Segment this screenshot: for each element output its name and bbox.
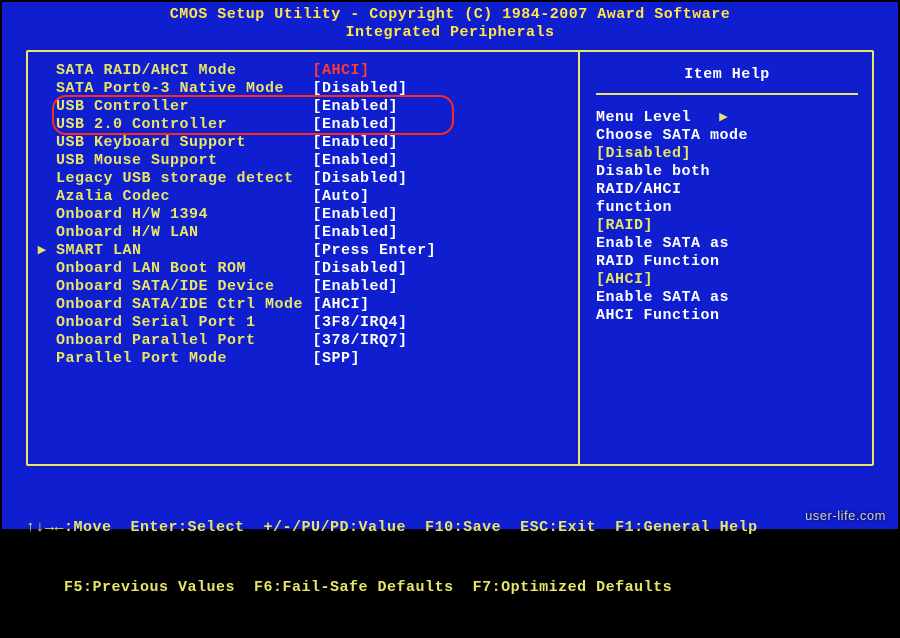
setting-label: Azalia Codec <box>56 188 313 205</box>
help-subtitle: Choose SATA mode <box>596 127 858 145</box>
setting-label: USB Keyboard Support <box>56 134 313 151</box>
setting-row-onboard-h-w-1394[interactable]: Onboard H/W 1394 [Enabled] <box>56 206 570 224</box>
help-section-line: RAID/AHCI <box>596 181 858 199</box>
help-section-heading: [AHCI] <box>596 271 858 289</box>
setting-label: USB Mouse Support <box>56 152 313 169</box>
bios-screen: CMOS Setup Utility - Copyright (C) 1984-… <box>0 0 900 531</box>
help-panel: Item Help Menu Level ▸Choose SATA mode[D… <box>578 52 872 464</box>
setting-row-onboard-serial-port-1[interactable]: Onboard Serial Port 1 [3F8/IRQ4] <box>56 314 570 332</box>
help-section-line: function <box>596 199 858 217</box>
footer-line1: ↑↓→←:Move Enter:Select +/-/PU/PD:Value F… <box>26 518 874 538</box>
setting-value: [Disabled] <box>313 260 408 277</box>
help-section-heading: [RAID] <box>596 217 858 235</box>
help-section-line: Enable SATA as <box>596 235 858 253</box>
setting-row-usb-mouse-support[interactable]: USB Mouse Support [Enabled] <box>56 152 570 170</box>
help-body: Menu Level ▸Choose SATA mode[Disabled]Di… <box>596 95 858 325</box>
setting-value: [Press Enter] <box>313 242 437 259</box>
help-section-line: Disable both <box>596 163 858 181</box>
setting-value: [Enabled] <box>313 278 399 295</box>
setting-label: SATA RAID/AHCI Mode <box>56 62 313 79</box>
setting-row-smart-lan[interactable]: ▸SMART LAN [Press Enter] <box>56 242 570 260</box>
bios-title: CMOS Setup Utility - Copyright (C) 1984-… <box>2 2 898 44</box>
setting-label: Parallel Port Mode <box>56 350 313 367</box>
help-section-line: RAID Function <box>596 253 858 271</box>
setting-value: [378/IRQ7] <box>313 332 408 349</box>
setting-value: [Auto] <box>313 188 370 205</box>
setting-label: Legacy USB storage detect <box>56 170 313 187</box>
setting-value: [Disabled] <box>313 170 408 187</box>
setting-row-azalia-codec[interactable]: Azalia Codec [Auto] <box>56 188 570 206</box>
setting-row-onboard-parallel-port[interactable]: Onboard Parallel Port [378/IRQ7] <box>56 332 570 350</box>
setting-row-parallel-port-mode[interactable]: Parallel Port Mode [SPP] <box>56 350 570 368</box>
setting-value: [Enabled] <box>313 224 399 241</box>
setting-label: Onboard Serial Port 1 <box>56 314 313 331</box>
setting-row-onboard-h-w-lan[interactable]: Onboard H/W LAN [Enabled] <box>56 224 570 242</box>
setting-label: SATA Port0-3 Native Mode <box>56 80 313 97</box>
setting-label: USB Controller <box>56 98 313 115</box>
submenu-arrow-icon: ▸ <box>38 242 46 260</box>
setting-value: [Enabled] <box>313 116 399 133</box>
setting-value: [AHCI] <box>313 296 370 313</box>
menu-level: Menu Level ▸ <box>596 109 858 127</box>
footer-line2: F5:Previous Values F6:Fail-Safe Defaults… <box>26 578 874 598</box>
help-section-line: AHCI Function <box>596 307 858 325</box>
bios-title-line1: CMOS Setup Utility - Copyright (C) 1984-… <box>2 6 898 24</box>
setting-value: [3F8/IRQ4] <box>313 314 408 331</box>
setting-row-usb-2-0-controller[interactable]: USB 2.0 Controller [Enabled] <box>56 116 570 134</box>
setting-value: [Enabled] <box>313 152 399 169</box>
setting-row-usb-keyboard-support[interactable]: USB Keyboard Support [Enabled] <box>56 134 570 152</box>
bios-title-line2: Integrated Peripherals <box>2 24 898 42</box>
setting-label: Onboard H/W LAN <box>56 224 313 241</box>
settings-panel: SATA RAID/AHCI Mode [AHCI]SATA Port0-3 N… <box>28 52 578 464</box>
setting-value: [AHCI] <box>313 62 370 79</box>
content-frame: SATA RAID/AHCI Mode [AHCI]SATA Port0-3 N… <box>26 50 874 466</box>
watermark: user-life.com <box>805 508 886 523</box>
setting-row-sata-raid-ahci-mode[interactable]: SATA RAID/AHCI Mode [AHCI] <box>56 62 570 80</box>
setting-row-usb-controller[interactable]: USB Controller [Enabled] <box>56 98 570 116</box>
setting-value: [Enabled] <box>313 134 399 151</box>
vertical-divider <box>578 50 580 466</box>
help-section-heading: [Disabled] <box>596 145 858 163</box>
chevron-right-icon: ▸ <box>720 109 728 126</box>
setting-row-onboard-sata-ide-device[interactable]: Onboard SATA/IDE Device [Enabled] <box>56 278 570 296</box>
help-title: Item Help <box>596 60 858 95</box>
setting-label: Onboard SATA/IDE Device <box>56 278 313 295</box>
setting-value: [SPP] <box>313 350 361 367</box>
setting-value: [Disabled] <box>313 80 408 97</box>
setting-label: Onboard H/W 1394 <box>56 206 313 223</box>
setting-row-legacy-usb-storage-detect[interactable]: Legacy USB storage detect [Disabled] <box>56 170 570 188</box>
setting-label: USB 2.0 Controller <box>56 116 313 133</box>
help-section-line: Enable SATA as <box>596 289 858 307</box>
setting-row-onboard-lan-boot-rom[interactable]: Onboard LAN Boot ROM [Disabled] <box>56 260 570 278</box>
setting-row-sata-port0-3-native-mode[interactable]: SATA Port0-3 Native Mode [Disabled] <box>56 80 570 98</box>
setting-label: SMART LAN <box>56 242 313 259</box>
footer-keys: ↑↓→←:Move Enter:Select +/-/PU/PD:Value F… <box>26 478 874 638</box>
setting-value: [Enabled] <box>313 98 399 115</box>
setting-label: Onboard SATA/IDE Ctrl Mode <box>56 296 313 313</box>
setting-label: Onboard Parallel Port <box>56 332 313 349</box>
setting-value: [Enabled] <box>313 206 399 223</box>
setting-row-onboard-sata-ide-ctrl-mode[interactable]: Onboard SATA/IDE Ctrl Mode [AHCI] <box>56 296 570 314</box>
setting-label: Onboard LAN Boot ROM <box>56 260 313 277</box>
